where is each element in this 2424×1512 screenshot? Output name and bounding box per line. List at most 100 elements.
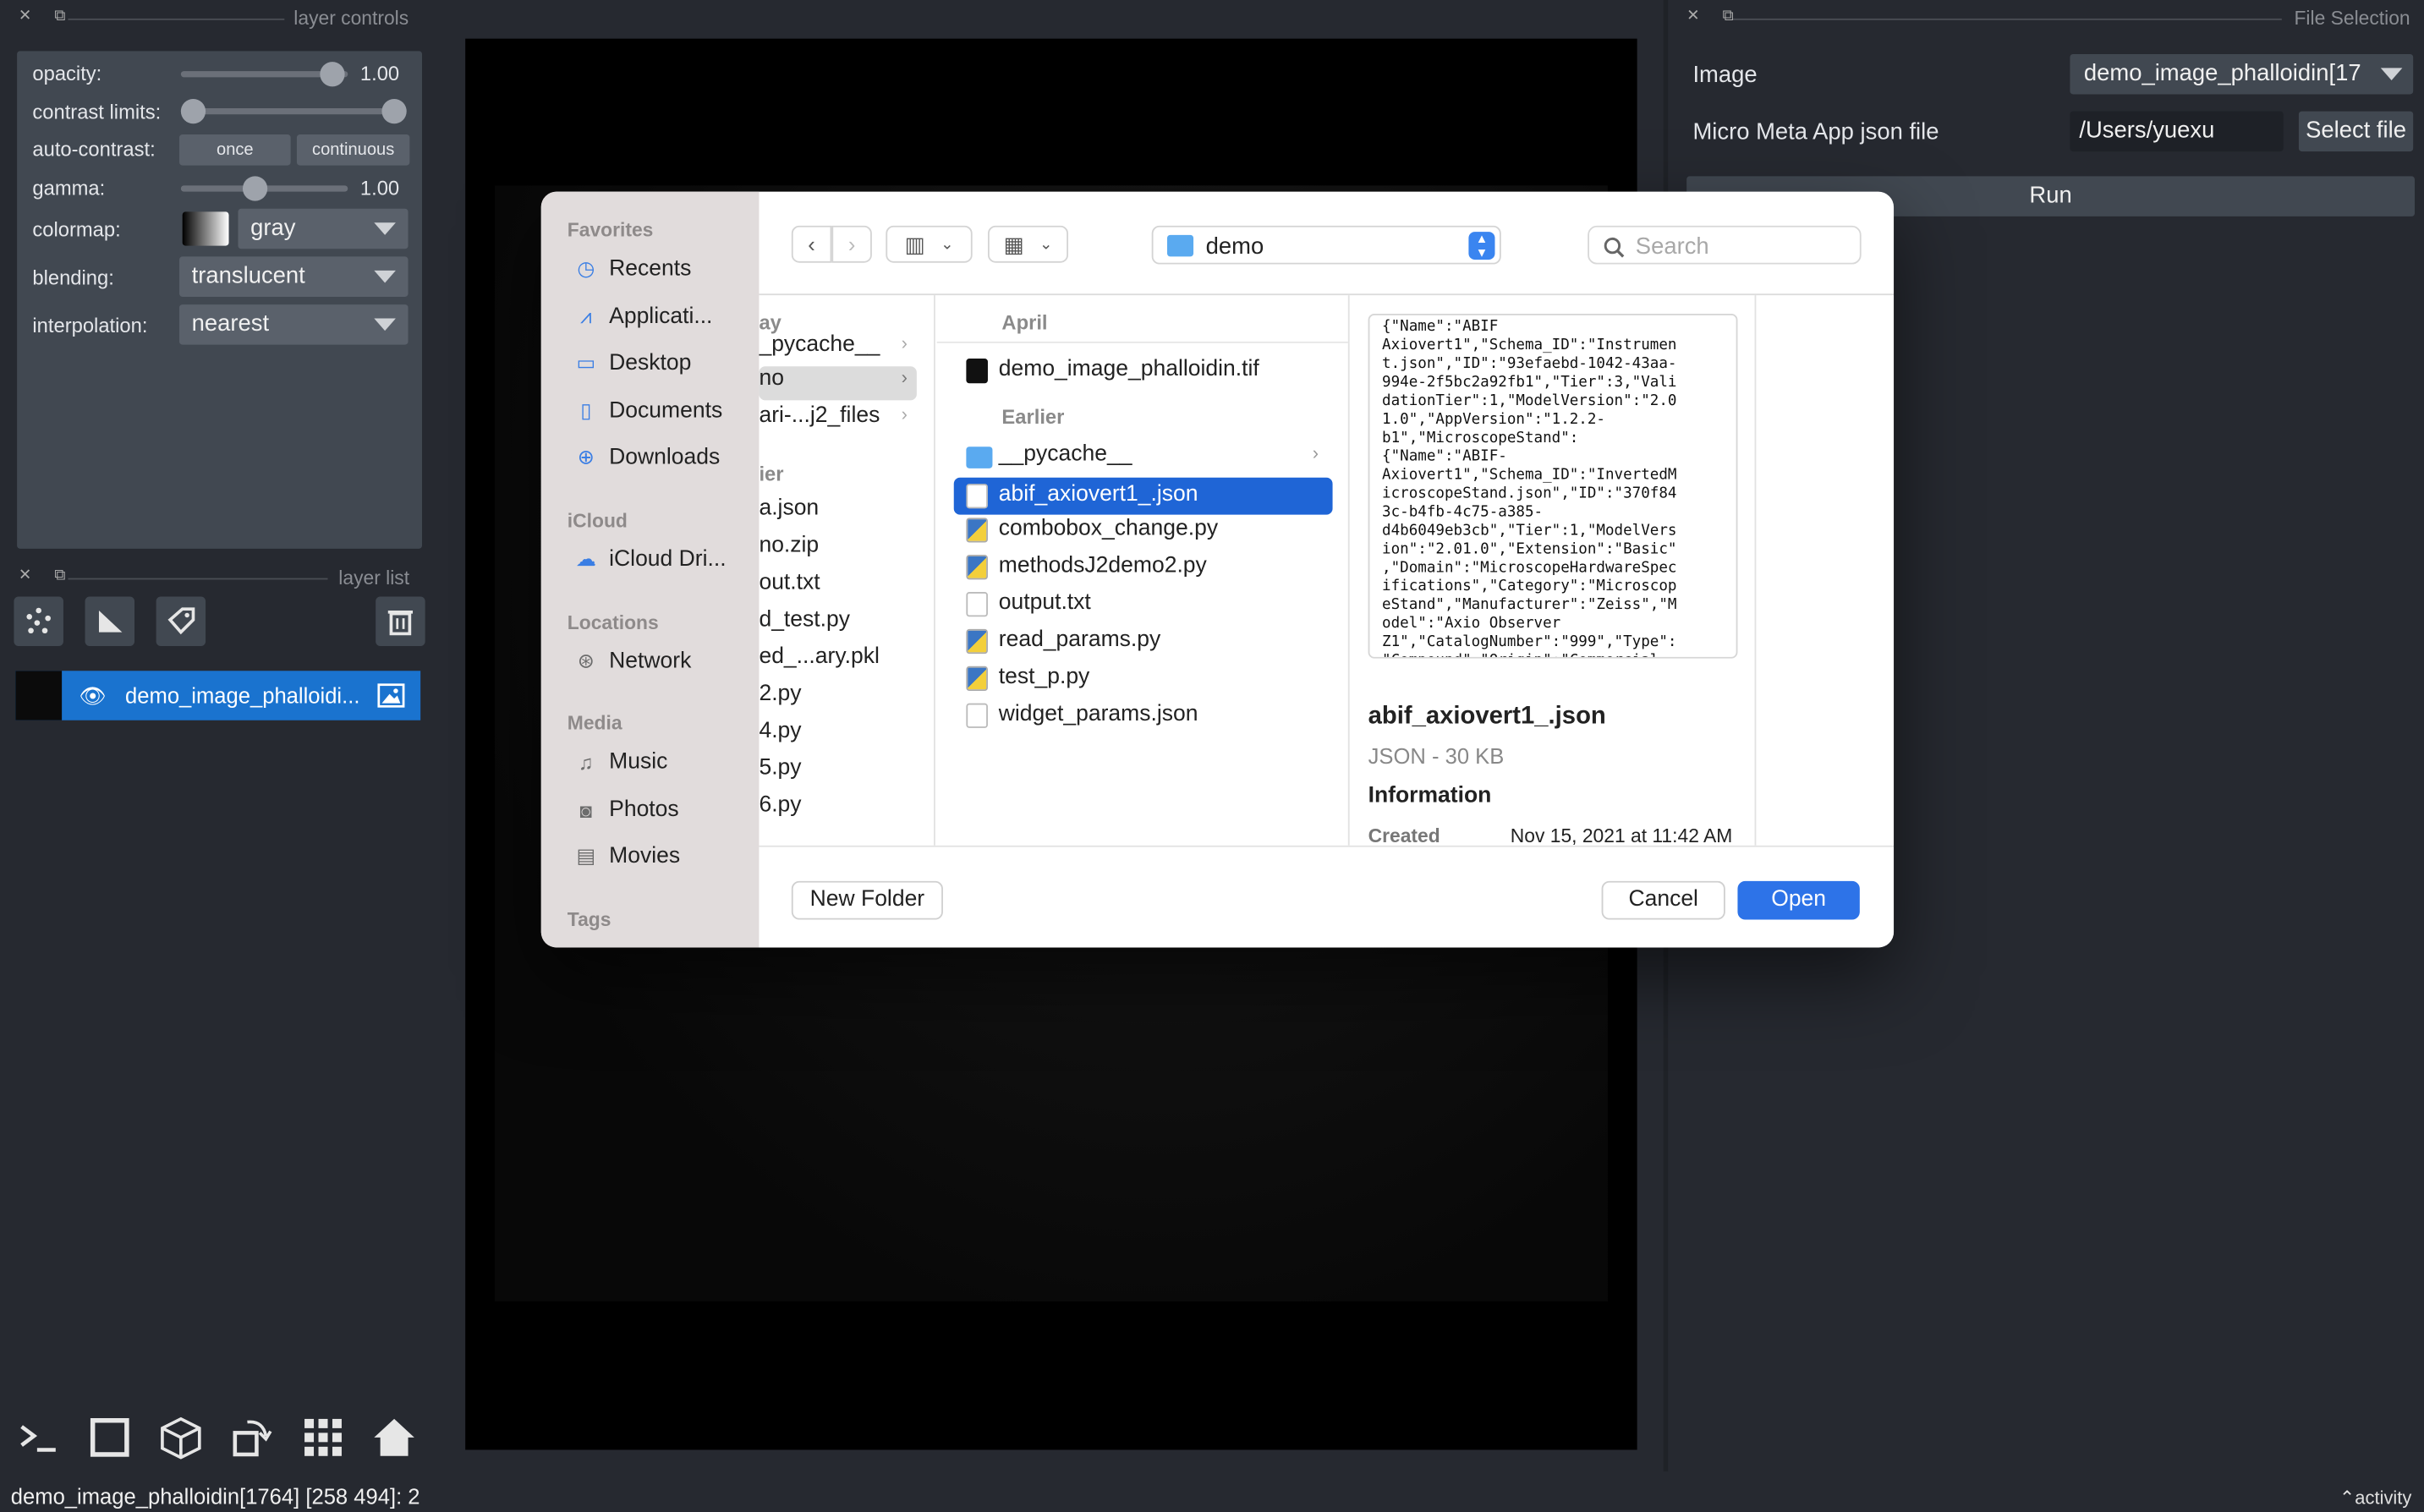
new-shapes-layer-button[interactable] [85,596,135,647]
layer-list-item[interactable]: 👁 demo_image_phalloidi... [15,671,421,720]
shapes-icon [98,610,123,633]
new-points-layer-button[interactable] [14,596,63,647]
cancel-button[interactable]: Cancel [1601,880,1725,920]
list-item[interactable]: ed_...ary.pkl [759,644,879,678]
back-button[interactable]: ‹ [791,225,832,263]
sidebar-item-documents[interactable]: ▯ Documents [572,394,722,428]
applications-icon: ⩘ [580,304,592,328]
grid-icon: ▦ [1003,231,1024,256]
new-folder-button[interactable]: New Folder [791,880,943,920]
interpolation-label: interpolation: [32,314,148,337]
grid-view-button[interactable] [295,1410,351,1465]
layer-controls-title: layer controls [293,8,409,30]
sidebar-item-movies[interactable]: ▤ Movies [572,839,680,873]
gamma-slider-handle[interactable] [242,176,268,201]
search-input[interactable]: Search [1588,225,1862,265]
dialog-sidebar: Favorites ◷ Recents ⩘ Applicati... ▭ Deskto… [540,191,760,948]
folder-row[interactable]: __pycache__ › [954,439,1333,473]
colormap-label: colormap: [32,217,121,242]
points-icon [26,607,51,634]
contrast-max-handle[interactable] [381,98,407,124]
sidebar-item-label: Applicati... [609,304,713,330]
sidebar-item-label: Music [609,749,668,775]
auto-contrast-once-button[interactable]: once [179,134,291,166]
blending-select[interactable]: translucent [179,256,409,297]
sidebar-item-label: Network [609,649,692,674]
dock-float-icon[interactable]: ✕ ⧉ [19,567,74,584]
delete-layer-button[interactable] [376,596,425,647]
list-item[interactable]: out.txt [759,570,820,604]
file-row-selected[interactable]: abif_axiovert1_.json [953,477,1333,515]
home-icon [374,1418,414,1456]
sidebar-item-desktop[interactable]: ▭ Desktop [572,346,691,380]
group-by-button[interactable]: ▦ ⌄ [987,225,1069,263]
sidebar-item-photos[interactable]: ◙ Photos [572,793,679,827]
sidebar-item-network[interactable]: ⊛ Network [572,644,692,678]
image-select-value: demo_image_phalloidin[17 [2083,60,2361,87]
file-row[interactable]: combobox_change.py [954,513,1333,547]
json-file-path-input[interactable]: /Users/yuexu [2070,111,2284,152]
image-select[interactable]: demo_image_phalloidin[17 [2070,53,2414,95]
list-item[interactable]: _pycache__ › [759,332,913,366]
list-item[interactable]: ari-...j2_files › [759,403,913,437]
opacity-slider-handle[interactable] [320,62,345,87]
list-item-selected[interactable]: no › [759,366,917,401]
list-item[interactable]: 5.py [759,756,801,790]
rotate-icon [233,1420,272,1457]
home-button[interactable] [366,1410,422,1465]
search-icon [1604,237,1625,258]
sidebar-item-label: Downloads [609,445,721,470]
file-name: widget_params.json [998,701,1198,727]
colormap-select[interactable]: gray [238,208,409,249]
transpose-button[interactable] [224,1410,280,1465]
contrast-limits-slider[interactable] [193,107,404,115]
chevron-right-icon: › [847,232,856,257]
sidebar-item-label: Desktop [609,350,692,376]
list-item[interactable]: a.json [759,496,819,530]
opacity-label: opacity: [32,62,102,85]
file-row[interactable]: test_p.py [954,661,1333,695]
sidebar-item-icloud-drive[interactable]: ☁ iCloud Dri... [572,543,727,577]
contrast-min-handle[interactable] [180,98,206,124]
list-item[interactable]: 6.py [759,793,801,827]
auto-contrast-continuous-button[interactable]: continuous [296,134,410,166]
console-button[interactable] [11,1410,67,1465]
folder-path-popup[interactable]: demo ▲ ▼ [1151,225,1501,265]
column-view-button[interactable]: ▥ ⌄ [886,225,973,263]
sidebar-item-downloads[interactable]: ⊕ Downloads [572,441,721,474]
ndisplay-button[interactable] [82,1410,138,1465]
eye-icon[interactable]: 👁 [79,683,107,709]
columns-icon: ▥ [904,231,925,256]
forward-button[interactable]: › [831,225,872,263]
new-labels-layer-button[interactable] [156,596,206,647]
sidebar-item-label: Photos [609,797,679,823]
activity-button[interactable]: ⌃activity [2339,1487,2411,1509]
sidebar-item-applications[interactable]: ⩘ Applicati... [572,300,712,334]
open-button[interactable]: Open [1737,880,1860,920]
preview-file-kind-size: JSON - 30 KB [1368,743,1505,769]
select-file-button[interactable]: Select file [2298,111,2414,152]
file-row[interactable]: methodsJ2demo2.py [954,551,1333,584]
dock-float-icon[interactable]: ✕ ⧉ [1686,8,1742,25]
chevron-down-icon [374,318,396,331]
sidebar-item-music[interactable]: ♫ Music [572,745,668,779]
list-item[interactable]: d_test.py [759,607,850,641]
folder-icon [966,446,993,468]
python-file-icon [966,628,988,655]
auto-contrast-label: auto-contrast: [32,137,156,162]
file-row[interactable]: demo_image_phalloidin.tif [954,354,1333,388]
roll-dimensions-button[interactable] [153,1410,209,1465]
list-item[interactable]: no.zip [759,534,819,567]
grid-icon [304,1418,342,1456]
list-item[interactable]: 4.py [759,719,801,753]
sidebar-item-recents[interactable]: ◷ Recents [572,252,691,286]
file-preview-pane: {"Name":"ABIF Axiovert1","Schema_ID":"In… [1351,295,1757,846]
list-item[interactable]: 2.py [759,682,801,715]
sidebar-item-label: Recents [609,256,692,282]
cloud-icon: ☁ [575,547,596,571]
dock-float-icon[interactable]: ✕ ⧉ [19,8,74,25]
file-row[interactable]: output.txt [954,588,1333,622]
file-row[interactable]: read_params.py [954,624,1333,658]
interpolation-select[interactable]: nearest [179,304,409,345]
file-row[interactable]: widget_params.json [954,698,1333,732]
